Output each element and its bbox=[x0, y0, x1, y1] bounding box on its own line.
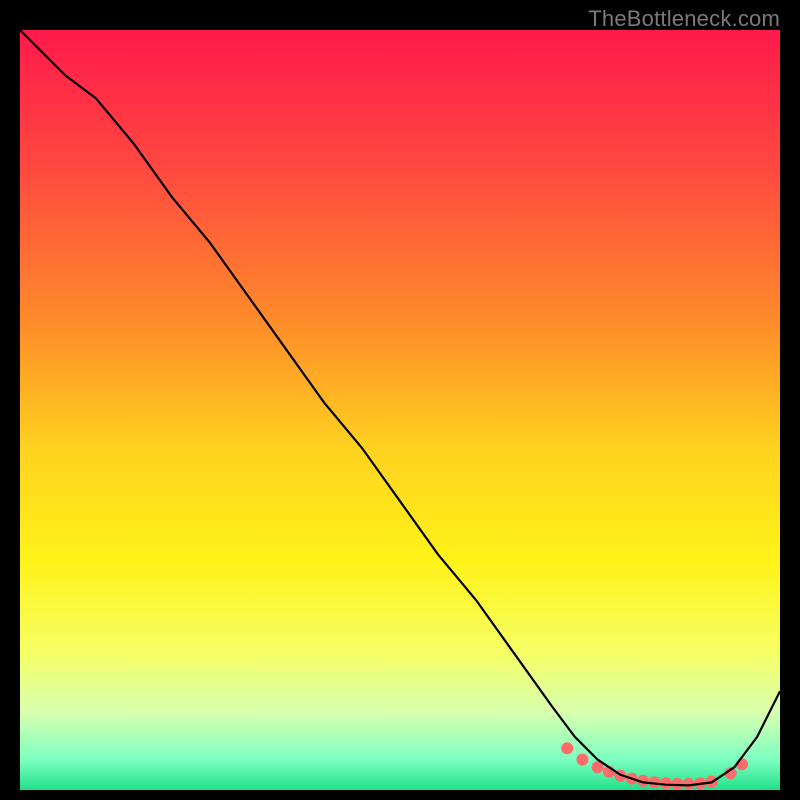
marker-dot bbox=[561, 742, 573, 754]
watermark-text: TheBottleneck.com bbox=[588, 6, 780, 32]
marker-dot bbox=[576, 754, 588, 766]
chart-frame bbox=[20, 30, 780, 790]
bottleneck-chart bbox=[20, 30, 780, 790]
